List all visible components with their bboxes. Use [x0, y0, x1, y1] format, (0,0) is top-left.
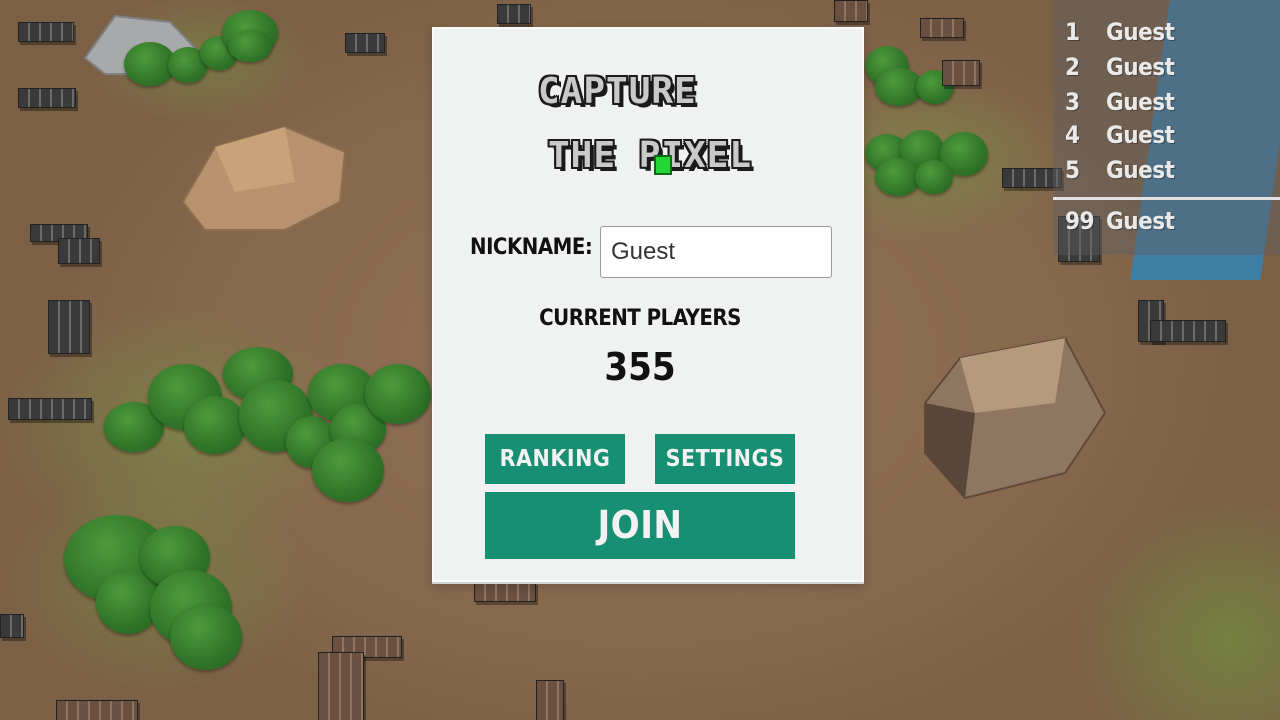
current-players-label: CURRENT PLAYERS [539, 306, 741, 331]
leaderboard-rank: 5 [1065, 156, 1080, 184]
wall-block [48, 300, 90, 354]
wall-block [318, 652, 364, 720]
leaderboard-rank: 1 [1065, 18, 1080, 46]
wall-block [58, 238, 100, 264]
leaderboard-name: Guest [1106, 121, 1175, 149]
leaderboard-row: 2 Guest [1053, 50, 1280, 84]
leaderboard-name: Guest [1106, 53, 1175, 81]
wall-block [536, 680, 564, 720]
wall-block [474, 582, 536, 602]
tree [365, 364, 431, 424]
leaderboard-rank: 99 [1065, 207, 1095, 235]
join-button[interactable]: JOIN [485, 492, 795, 559]
wall-block [942, 60, 980, 86]
leaderboard-self-row: 99 Guest [1053, 204, 1280, 238]
wall-block [18, 22, 74, 42]
nickname-label: NICKNAME: [470, 235, 593, 260]
wall-block [18, 88, 76, 108]
ranking-button[interactable]: RANKING [485, 434, 625, 484]
tree [915, 160, 953, 194]
leaderboard-rank: 4 [1065, 121, 1080, 149]
leaderboard-row: 3 Guest [1053, 85, 1280, 119]
wall-block [497, 4, 531, 24]
wall-block [0, 614, 24, 638]
tree [312, 438, 384, 502]
tree [184, 396, 246, 454]
wall-block [920, 18, 964, 38]
leaderboard-row: 1 Guest [1053, 15, 1280, 49]
wall-block [56, 700, 138, 720]
tree [228, 30, 272, 62]
wall-block [834, 0, 868, 22]
leaderboard-row: 4 Guest [1053, 118, 1280, 152]
rock [924, 336, 1107, 500]
rock [181, 125, 347, 231]
tree [170, 604, 242, 670]
main-menu-panel: CAPTURE THE PIXEL NICKNAME: CURRENT PLAY… [432, 27, 864, 582]
leaderboard-name: Guest [1106, 156, 1175, 184]
leaderboard-name: Guest [1106, 18, 1175, 46]
green-pixel-icon [654, 155, 672, 175]
leaderboard-row: 5 Guest [1053, 153, 1280, 187]
leaderboard-name: Guest [1106, 207, 1175, 235]
leaderboard-divider [1053, 197, 1280, 200]
wall-block [8, 398, 92, 420]
leaderboard-rank: 2 [1065, 53, 1080, 81]
leaderboard: 1 Guest 2 Guest 3 Guest 4 Guest 5 Guest … [1053, 0, 1280, 255]
wall-block [345, 33, 385, 53]
game-logo: CAPTURE THE PIXEL [534, 57, 751, 189]
logo-title-line1: CAPTURE [538, 71, 697, 112]
leaderboard-name: Guest [1106, 88, 1175, 116]
nickname-input[interactable] [600, 226, 832, 278]
settings-button[interactable]: SETTINGS [655, 434, 795, 484]
logo-title-line2: THE PIXEL [548, 135, 753, 176]
leaderboard-rank: 3 [1065, 88, 1080, 116]
current-players-count: 355 [604, 345, 676, 389]
wall-block [1150, 320, 1226, 342]
